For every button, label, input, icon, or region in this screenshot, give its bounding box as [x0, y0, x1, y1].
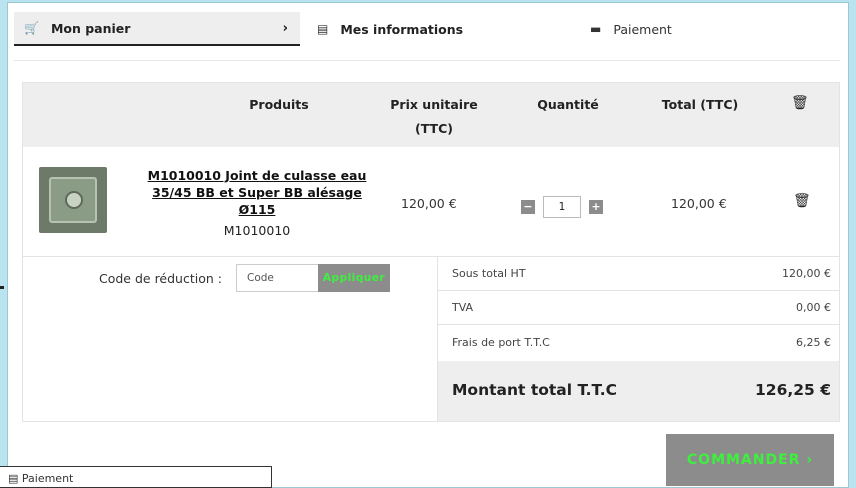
product-name-link[interactable]: M1010010 Joint de culasse eau 35/45 BB e…	[141, 167, 373, 218]
table-header: Produits Prix unitaire (TTC) Quantité To…	[23, 83, 839, 147]
divider	[14, 60, 840, 61]
header-unit-price-line2: (TTC)	[415, 121, 453, 136]
header-unit-price: Prix unitaire (TTC)	[379, 93, 489, 141]
unit-price: 120,00 €	[401, 196, 457, 211]
table-row: M1010010 Joint de culasse eau 35/45 BB e…	[23, 147, 839, 257]
promo-label: Code de réduction :	[99, 271, 222, 286]
summary-value: 120,00 €	[782, 267, 831, 280]
header-unit-price-line1: Prix unitaire	[390, 97, 478, 112]
tooltip-icon: ▤	[8, 472, 22, 485]
plus-button[interactable]: +	[589, 200, 603, 214]
checkout-steps: 🛒 Mon panier › ▤ Mes informations ▬ Paie…	[14, 12, 840, 46]
header-quantity: Quantité	[537, 97, 599, 112]
summary-line: Frais de port T.T.C 6,25 €	[438, 326, 839, 360]
product-reference: M1010010	[223, 223, 291, 238]
summary-value: 0,00 €	[796, 301, 831, 314]
minus-button[interactable]: −	[521, 200, 535, 214]
cart-icon: 🛒	[24, 21, 39, 35]
step-info-label: Mes informations	[340, 21, 464, 37]
promo-code-input[interactable]: Code	[236, 264, 318, 292]
step-cart[interactable]: 🛒 Mon panier ›	[14, 12, 300, 46]
apply-code-button[interactable]: Appliquer	[318, 264, 390, 292]
header-total: Total (TTC)	[661, 97, 739, 112]
step-payment[interactable]: ▬ Paiement	[584, 12, 784, 46]
row-total: 120,00 €	[671, 196, 727, 211]
step-payment-label: Paiement	[613, 21, 672, 37]
quantity-stepper: − 1 +	[521, 196, 603, 218]
summary-label: Frais de port T.T.C	[452, 336, 550, 349]
credit-card-icon: ▬	[590, 22, 602, 36]
cart-table: Produits Prix unitaire (TTC) Quantité To…	[22, 82, 840, 422]
quantity-input[interactable]: 1	[543, 196, 581, 218]
grand-total: Montant total T.T.C 126,25 €	[438, 361, 839, 421]
grand-total-value: 126,25 €	[755, 381, 831, 399]
summary-value: 6,25 €	[796, 336, 831, 349]
id-card-icon: ▤	[317, 22, 329, 36]
product-image[interactable]	[39, 167, 107, 233]
summary-line: Sous total HT 120,00 €	[438, 257, 839, 291]
summary-label: Sous total HT	[452, 267, 526, 280]
edge-marker	[0, 286, 4, 289]
step-info[interactable]: ▤ Mes informations	[309, 12, 569, 46]
order-button[interactable]: COMMANDER ›	[666, 434, 834, 486]
summary-label: TVA	[452, 301, 474, 314]
header-products: Produits	[249, 97, 309, 112]
trash-icon[interactable]: 🗑	[793, 193, 811, 209]
step-cart-label: Mon panier	[50, 20, 131, 36]
summary-line: TVA 0,00 €	[438, 291, 839, 325]
tooltip-label: Paiement	[21, 472, 74, 485]
grand-total-label: Montant total T.T.C	[452, 381, 618, 399]
chevron-right-icon: ›	[282, 20, 288, 36]
trash-all-icon[interactable]: 🗑	[791, 95, 809, 111]
payment-tooltip: ▤ Paiement	[0, 466, 272, 488]
